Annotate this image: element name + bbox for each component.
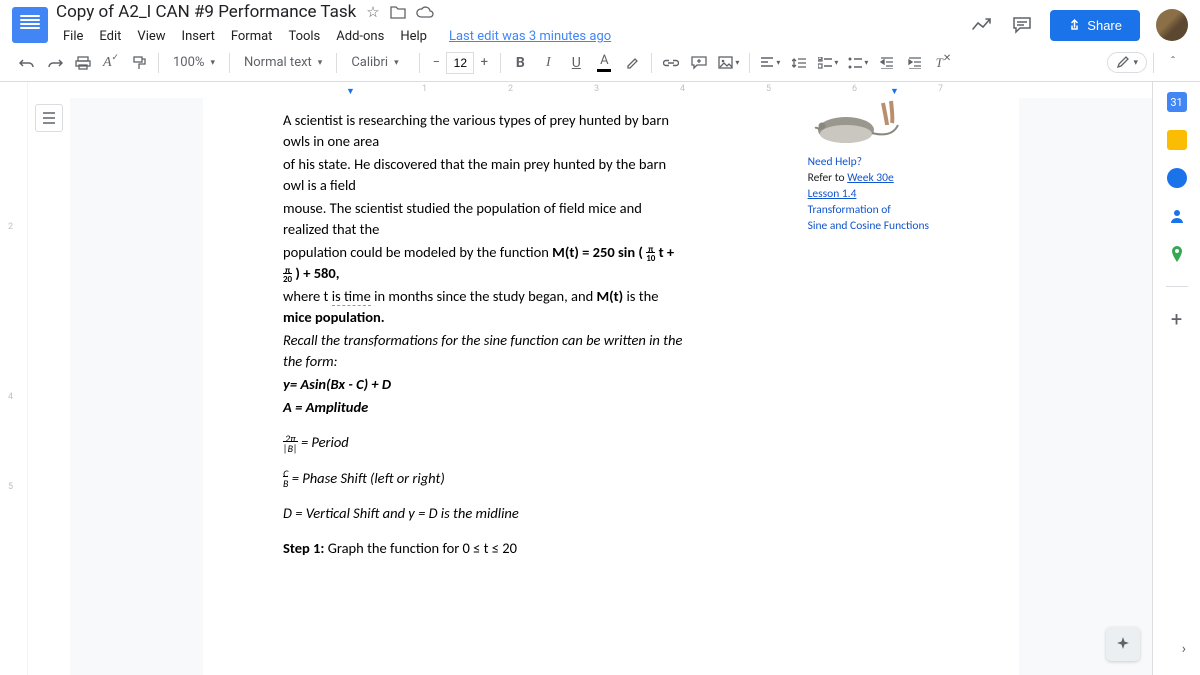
share-label: Share: [1087, 18, 1122, 33]
spellcheck-button[interactable]: A✓: [98, 50, 124, 76]
share-button[interactable]: Share: [1050, 10, 1140, 41]
clear-formatting-button[interactable]: T✕: [930, 50, 956, 76]
tasks-icon[interactable]: [1167, 168, 1187, 188]
menu-edit[interactable]: Edit: [92, 25, 128, 48]
toolbar: A✓ 100% Normal text Calibri − + B I U A …: [0, 44, 1200, 82]
menu-help[interactable]: Help: [393, 25, 434, 48]
docs-logo[interactable]: [12, 7, 48, 43]
style-select[interactable]: Normal text: [236, 55, 330, 70]
font-size-input[interactable]: [446, 52, 474, 74]
font-size-decrease[interactable]: −: [426, 51, 446, 75]
star-icon[interactable]: ☆: [366, 3, 379, 21]
decrease-indent-button[interactable]: [874, 50, 900, 76]
menu-view[interactable]: View: [130, 25, 172, 48]
menu-file[interactable]: File: [56, 25, 90, 48]
explore-button[interactable]: [1106, 627, 1140, 661]
horizontal-ruler[interactable]: ▼ 1 2 3 4 5 6 ▼ 7: [70, 82, 1152, 98]
side-illustration: Need Help? Refer to Week 30e Lesson 1.4 …: [808, 98, 929, 234]
print-button[interactable]: [70, 50, 96, 76]
editing-mode-button[interactable]: ▾: [1107, 52, 1147, 73]
paint-format-button[interactable]: [126, 50, 152, 76]
menubar: File Edit View Insert Format Tools Add-o…: [56, 25, 970, 48]
menu-format[interactable]: Format: [224, 25, 280, 48]
help-l1a: Refer to: [808, 171, 848, 185]
document-page[interactable]: Need Help? Refer to Week 30e Lesson 1.4 …: [203, 98, 1019, 675]
contacts-icon[interactable]: [1167, 206, 1187, 226]
add-comment-button[interactable]: [686, 50, 712, 76]
doc-title[interactable]: Copy of A2_I CAN #9 Performance Task: [56, 2, 356, 22]
help-link-week[interactable]: Week 30e: [847, 171, 893, 185]
text-color-button[interactable]: A: [591, 50, 617, 76]
font-size-increase[interactable]: +: [474, 51, 494, 75]
checklist-button[interactable]: ▾: [814, 50, 842, 76]
help-l4: Sine and Cosine Functions: [808, 218, 929, 234]
get-addons-button[interactable]: +: [1167, 309, 1187, 329]
insert-link-button[interactable]: [658, 50, 684, 76]
menu-insert[interactable]: Insert: [175, 25, 222, 48]
undo-button[interactable]: [14, 50, 40, 76]
increase-indent-button[interactable]: [902, 50, 928, 76]
font-select[interactable]: Calibri: [343, 55, 413, 70]
help-title: Need Help?: [808, 154, 929, 170]
menu-tools[interactable]: Tools: [281, 25, 327, 48]
mouse-image: [808, 98, 903, 148]
insert-image-button[interactable]: ▾: [714, 50, 743, 76]
menu-addons[interactable]: Add-ons: [329, 25, 391, 48]
keep-icon[interactable]: [1167, 130, 1187, 150]
last-edit-link[interactable]: Last edit was 3 minutes ago: [442, 25, 618, 48]
comment-history-icon[interactable]: [1010, 13, 1034, 37]
cloud-status-icon[interactable]: [416, 6, 434, 19]
side-panel: 31 +: [1152, 82, 1200, 675]
redo-button[interactable]: [42, 50, 68, 76]
help-l3: Transformation of: [808, 202, 929, 218]
move-icon[interactable]: [390, 5, 406, 19]
align-button[interactable]: ▾: [756, 50, 784, 76]
maps-icon[interactable]: [1167, 244, 1187, 264]
activity-icon[interactable]: [970, 13, 994, 37]
bulleted-list-button[interactable]: ▾: [844, 50, 872, 76]
document-area[interactable]: ▼ 1 2 3 4 5 6 ▼ 7: [70, 82, 1152, 675]
italic-button[interactable]: I: [535, 50, 561, 76]
hide-side-panel-button[interactable]: ›: [1182, 641, 1186, 657]
calendar-icon[interactable]: 31: [1167, 92, 1187, 112]
zoom-select[interactable]: 100%: [165, 55, 223, 70]
collapse-toolbar-button[interactable]: ˆ: [1160, 50, 1186, 76]
vertical-ruler: 2 4 5: [0, 82, 28, 675]
bold-button[interactable]: B: [507, 50, 533, 76]
highlight-button[interactable]: [619, 50, 645, 76]
underline-button[interactable]: U: [563, 50, 589, 76]
line-spacing-button[interactable]: [786, 50, 812, 76]
account-avatar[interactable]: [1156, 9, 1188, 41]
help-link-lesson[interactable]: Lesson 1.4: [808, 187, 857, 201]
document-body[interactable]: A scientist is researching the various t…: [283, 110, 683, 559]
outline-toggle-button[interactable]: [35, 104, 63, 132]
